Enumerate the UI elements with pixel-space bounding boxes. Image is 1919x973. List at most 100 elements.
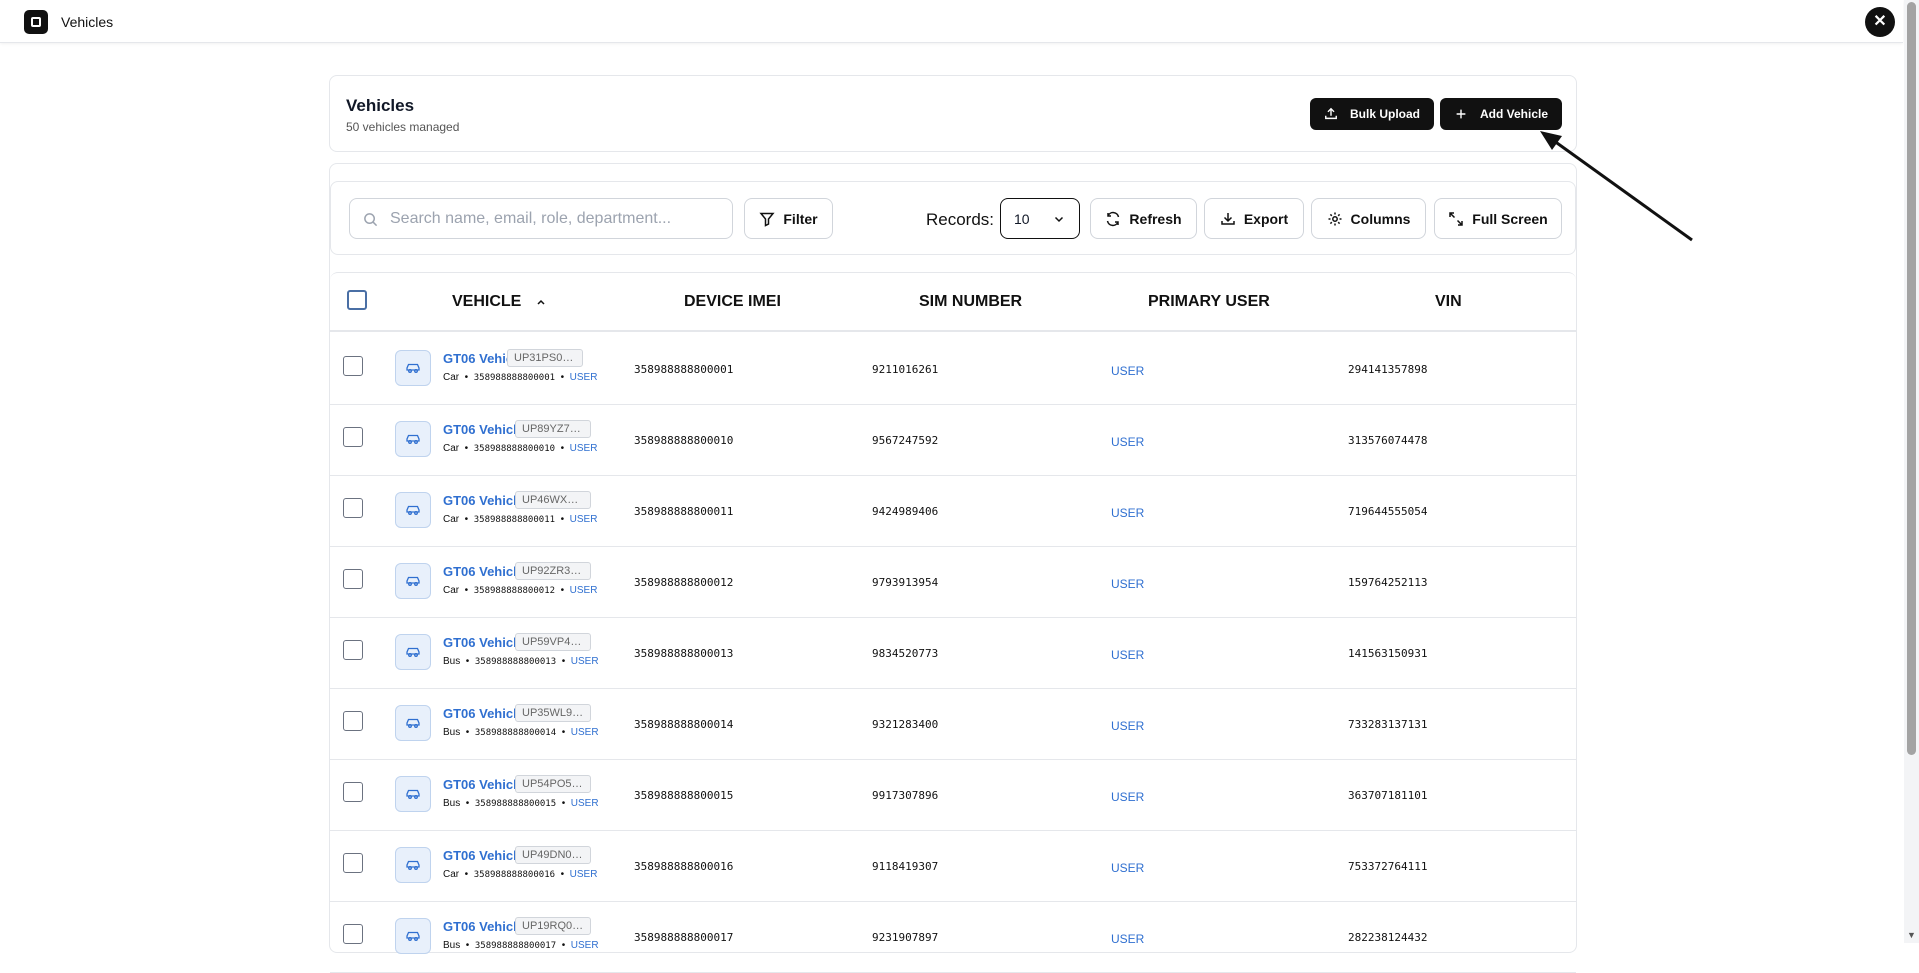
table-row[interactable]: GT06 Vehicle 16 UP49DN07... Car • 35898888… <box>330 831 1576 902</box>
scrollbar[interactable]: ▼ <box>1904 0 1919 943</box>
car-icon <box>406 647 420 657</box>
vin-cell: 363707181101 <box>1348 789 1428 802</box>
vehicle-type-icon <box>395 918 431 954</box>
columns-label: Columns <box>1350 210 1411 227</box>
row-checkbox[interactable] <box>343 711 363 731</box>
primary-user-link[interactable]: USER <box>1111 719 1144 733</box>
plate-badge: UP46WX22... <box>515 491 591 509</box>
vehicle-type: Bus <box>443 727 461 738</box>
top-bar: Vehicles ✕ <box>0 0 1903 43</box>
table-row[interactable]: GT06 Vehicle 1 UP31PS0230 Car • 3589888888… <box>330 334 1576 405</box>
row-checkbox[interactable] <box>343 569 363 589</box>
vehicle-imei-short: 358988888800012 <box>473 586 556 596</box>
car-icon <box>406 718 420 728</box>
column-header-device-imei[interactable]: Device IMEI <box>684 293 781 311</box>
vehicle-user-link[interactable]: USER <box>570 514 598 525</box>
vin-cell: 141563150931 <box>1348 647 1428 660</box>
vehicle-meta: Car • 358988888800016 • USER <box>443 869 598 880</box>
vehicle-meta: Car • 358988888800001 • USER <box>443 372 598 383</box>
column-header-primary-user[interactable]: Primary User <box>1148 293 1270 311</box>
search-input[interactable] <box>390 207 720 231</box>
car-icon <box>406 576 420 586</box>
expand-icon <box>1449 211 1464 226</box>
vehicle-user-link[interactable]: USER <box>571 798 599 809</box>
bulk-upload-button[interactable]: Bulk Upload <box>1310 98 1435 130</box>
vehicle-user-link[interactable]: USER <box>570 372 598 383</box>
primary-user-link[interactable]: USER <box>1111 932 1144 946</box>
table-row[interactable]: GT06 Vehicle 17 UP19RQ0134 Bus • 358988888… <box>330 902 1576 973</box>
table-row[interactable]: GT06 Vehicle 15 UP54PO5269 Bus • 358988888… <box>330 760 1576 831</box>
vehicle-user-link[interactable]: USER <box>570 443 598 454</box>
records-label: Records: <box>926 210 995 229</box>
plate-badge: UP35WL90... <box>515 704 591 722</box>
vehicle-type-icon <box>395 847 431 883</box>
app-title: Vehicles <box>61 14 114 30</box>
column-header-sim-number[interactable]: SIM Number <box>919 293 1022 311</box>
primary-user-link[interactable]: USER <box>1111 435 1144 449</box>
scroll-down-icon[interactable]: ▼ <box>1907 930 1916 940</box>
sim-number-cell: 9567247592 <box>872 434 939 447</box>
add-vehicle-button[interactable]: Add Vehicle <box>1440 98 1563 130</box>
full-screen-button[interactable]: Full Screen <box>1434 198 1562 239</box>
vin-cell: 719644555054 <box>1348 505 1428 518</box>
vin-cell: 294141357898 <box>1348 363 1428 376</box>
chevron-down-icon <box>1054 216 1064 223</box>
table-row[interactable]: GT06 Vehicle 13 UP59VP4420 Bus • 358988888… <box>330 618 1576 689</box>
vehicle-type-icon <box>395 492 431 528</box>
row-checkbox[interactable] <box>343 498 363 518</box>
primary-user-link[interactable]: USER <box>1111 861 1144 875</box>
vehicle-user-link[interactable]: USER <box>570 585 598 596</box>
vehicle-user-link[interactable]: USER <box>571 727 599 738</box>
primary-user-link[interactable]: USER <box>1111 648 1144 662</box>
primary-user-link[interactable]: USER <box>1111 506 1144 520</box>
sort-ascending-icon <box>537 299 545 305</box>
device-imei-cell: 358988888800001 <box>634 363 734 376</box>
table-row[interactable]: GT06 Vehicle 11 UP46WX22... Car • 35898888… <box>330 476 1576 547</box>
column-header-vehicle[interactable]: Vehicle <box>452 293 546 311</box>
row-checkbox[interactable] <box>343 853 363 873</box>
sim-number-cell: 9211016261 <box>872 363 939 376</box>
vehicle-meta: Bus • 358988888800015 • USER <box>443 798 599 809</box>
search-box[interactable] <box>349 198 733 239</box>
vehicle-user-link[interactable]: USER <box>570 869 598 880</box>
vehicle-imei-short: 358988888800010 <box>473 444 556 454</box>
primary-user-link[interactable]: USER <box>1111 364 1144 378</box>
vehicle-user-link[interactable]: USER <box>571 940 599 951</box>
filter-label: Filter <box>783 210 818 227</box>
device-imei-cell: 358988888800016 <box>634 860 734 873</box>
primary-user-link[interactable]: USER <box>1111 790 1144 804</box>
column-header-vin[interactable]: VIN <box>1435 293 1462 311</box>
table-row[interactable]: GT06 Vehicle 12 UP92ZR3268 Car • 358988888… <box>330 547 1576 618</box>
export-button[interactable]: Export <box>1204 198 1304 239</box>
scrollbar-thumb[interactable] <box>1907 2 1916 755</box>
row-checkbox[interactable] <box>343 427 363 447</box>
vehicle-meta: Car • 358988888800011 • USER <box>443 514 598 525</box>
plus-icon <box>1456 109 1466 119</box>
row-checkbox[interactable] <box>343 640 363 660</box>
columns-button[interactable]: Columns <box>1311 198 1426 239</box>
select-all-checkbox[interactable] <box>347 290 367 310</box>
table-row[interactable]: GT06 Vehicle 14 UP35WL90... Bus • 35898888… <box>330 689 1576 760</box>
gear-icon <box>1328 212 1342 225</box>
vehicle-user-link[interactable]: USER <box>571 656 599 667</box>
vehicle-type-icon <box>395 563 431 599</box>
full-screen-label: Full Screen <box>1472 210 1548 227</box>
table-row[interactable]: GT06 Vehicle 10 UP89YZ7823 Car • 358988888… <box>330 405 1576 476</box>
filter-button[interactable]: Filter <box>744 198 833 239</box>
close-button[interactable]: ✕ <box>1865 7 1895 37</box>
primary-user-link[interactable]: USER <box>1111 577 1144 591</box>
records-select[interactable]: 10 <box>1000 198 1080 239</box>
refresh-button[interactable]: Refresh <box>1090 198 1197 239</box>
sim-number-cell: 9118419307 <box>872 860 939 873</box>
device-imei-cell: 358988888800012 <box>634 576 734 589</box>
add-vehicle-label: Add Vehicle <box>1480 107 1549 121</box>
vehicle-type: Bus <box>443 656 461 667</box>
row-checkbox[interactable] <box>343 924 363 944</box>
device-imei-cell: 358988888800010 <box>634 434 734 447</box>
sim-number-cell: 9231907897 <box>872 931 939 944</box>
row-checkbox[interactable] <box>343 356 363 376</box>
plate-badge: UP49DN07... <box>515 846 591 864</box>
vin-cell: 282238124432 <box>1348 931 1428 944</box>
row-checkbox[interactable] <box>343 782 363 802</box>
vehicle-imei-short: 358988888800001 <box>473 373 556 383</box>
